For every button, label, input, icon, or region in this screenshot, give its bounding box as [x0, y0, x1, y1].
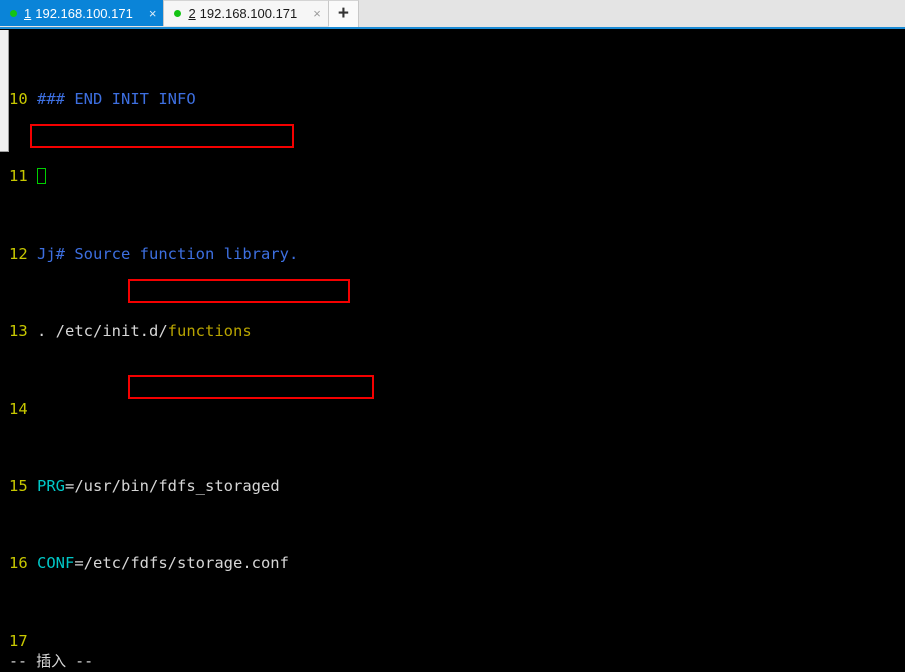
line-number: 14	[9, 399, 28, 418]
new-tab-button[interactable]: +	[328, 0, 359, 27]
connection-status-dot-1	[10, 9, 17, 17]
connection-status-dot-2	[174, 10, 182, 17]
code-line: 14	[9, 400, 905, 419]
code-line: 17	[9, 632, 905, 651]
code-line: 11	[9, 167, 905, 186]
text-cursor	[37, 168, 47, 185]
vim-mode-status: -- 插入 --	[9, 652, 94, 670]
close-icon[interactable]: ×	[313, 7, 321, 20]
code-line: 16 CONF=/etc/fdfs/storage.conf	[9, 554, 289, 573]
line-number: 13	[9, 322, 28, 341]
tab-host-1: 192.168.100.171	[35, 5, 133, 21]
tab-index-1: 1	[24, 5, 32, 21]
terminal-tab-2[interactable]: 2 192.168.100.171 ×	[164, 0, 329, 26]
code-line: 15 PRG=/usr/bin/fdfs_storaged	[9, 476, 280, 495]
terminal-tab-1[interactable]: 1 192.168.100.171 ×	[0, 0, 165, 26]
line-number: 17	[9, 631, 28, 650]
tab-bar-empty-area	[358, 0, 905, 27]
vim-editor-buffer[interactable]: 10 ### END INIT INFO 11 12 Jj# Source fu…	[9, 32, 905, 672]
terminal-pane[interactable]: 10 ### END INIT INFO 11 12 Jj# Source fu…	[0, 30, 905, 672]
tab-bar-accent-underline	[0, 27, 905, 29]
tab-index-2: 2	[188, 6, 196, 21]
line-number: 10	[9, 90, 28, 109]
code-line: 13 . /etc/init.d/functions	[9, 322, 252, 341]
terminal-scrollbar[interactable]	[0, 30, 9, 672]
terminal-scrollbar-thumb[interactable]	[0, 30, 9, 152]
line-number: 15	[9, 476, 28, 495]
tab-host-2: 192.168.100.171	[199, 6, 298, 21]
code-line: 10 ### END INIT INFO	[9, 90, 196, 109]
line-number: 12	[9, 244, 28, 263]
close-icon[interactable]: ×	[149, 7, 157, 20]
tab-bar: 1 192.168.100.171 × 2 192.168.100.171 × …	[0, 0, 905, 29]
line-number: 11	[9, 167, 28, 186]
code-line: 12 Jj# Source function library.	[9, 244, 299, 263]
line-number: 16	[9, 554, 28, 573]
